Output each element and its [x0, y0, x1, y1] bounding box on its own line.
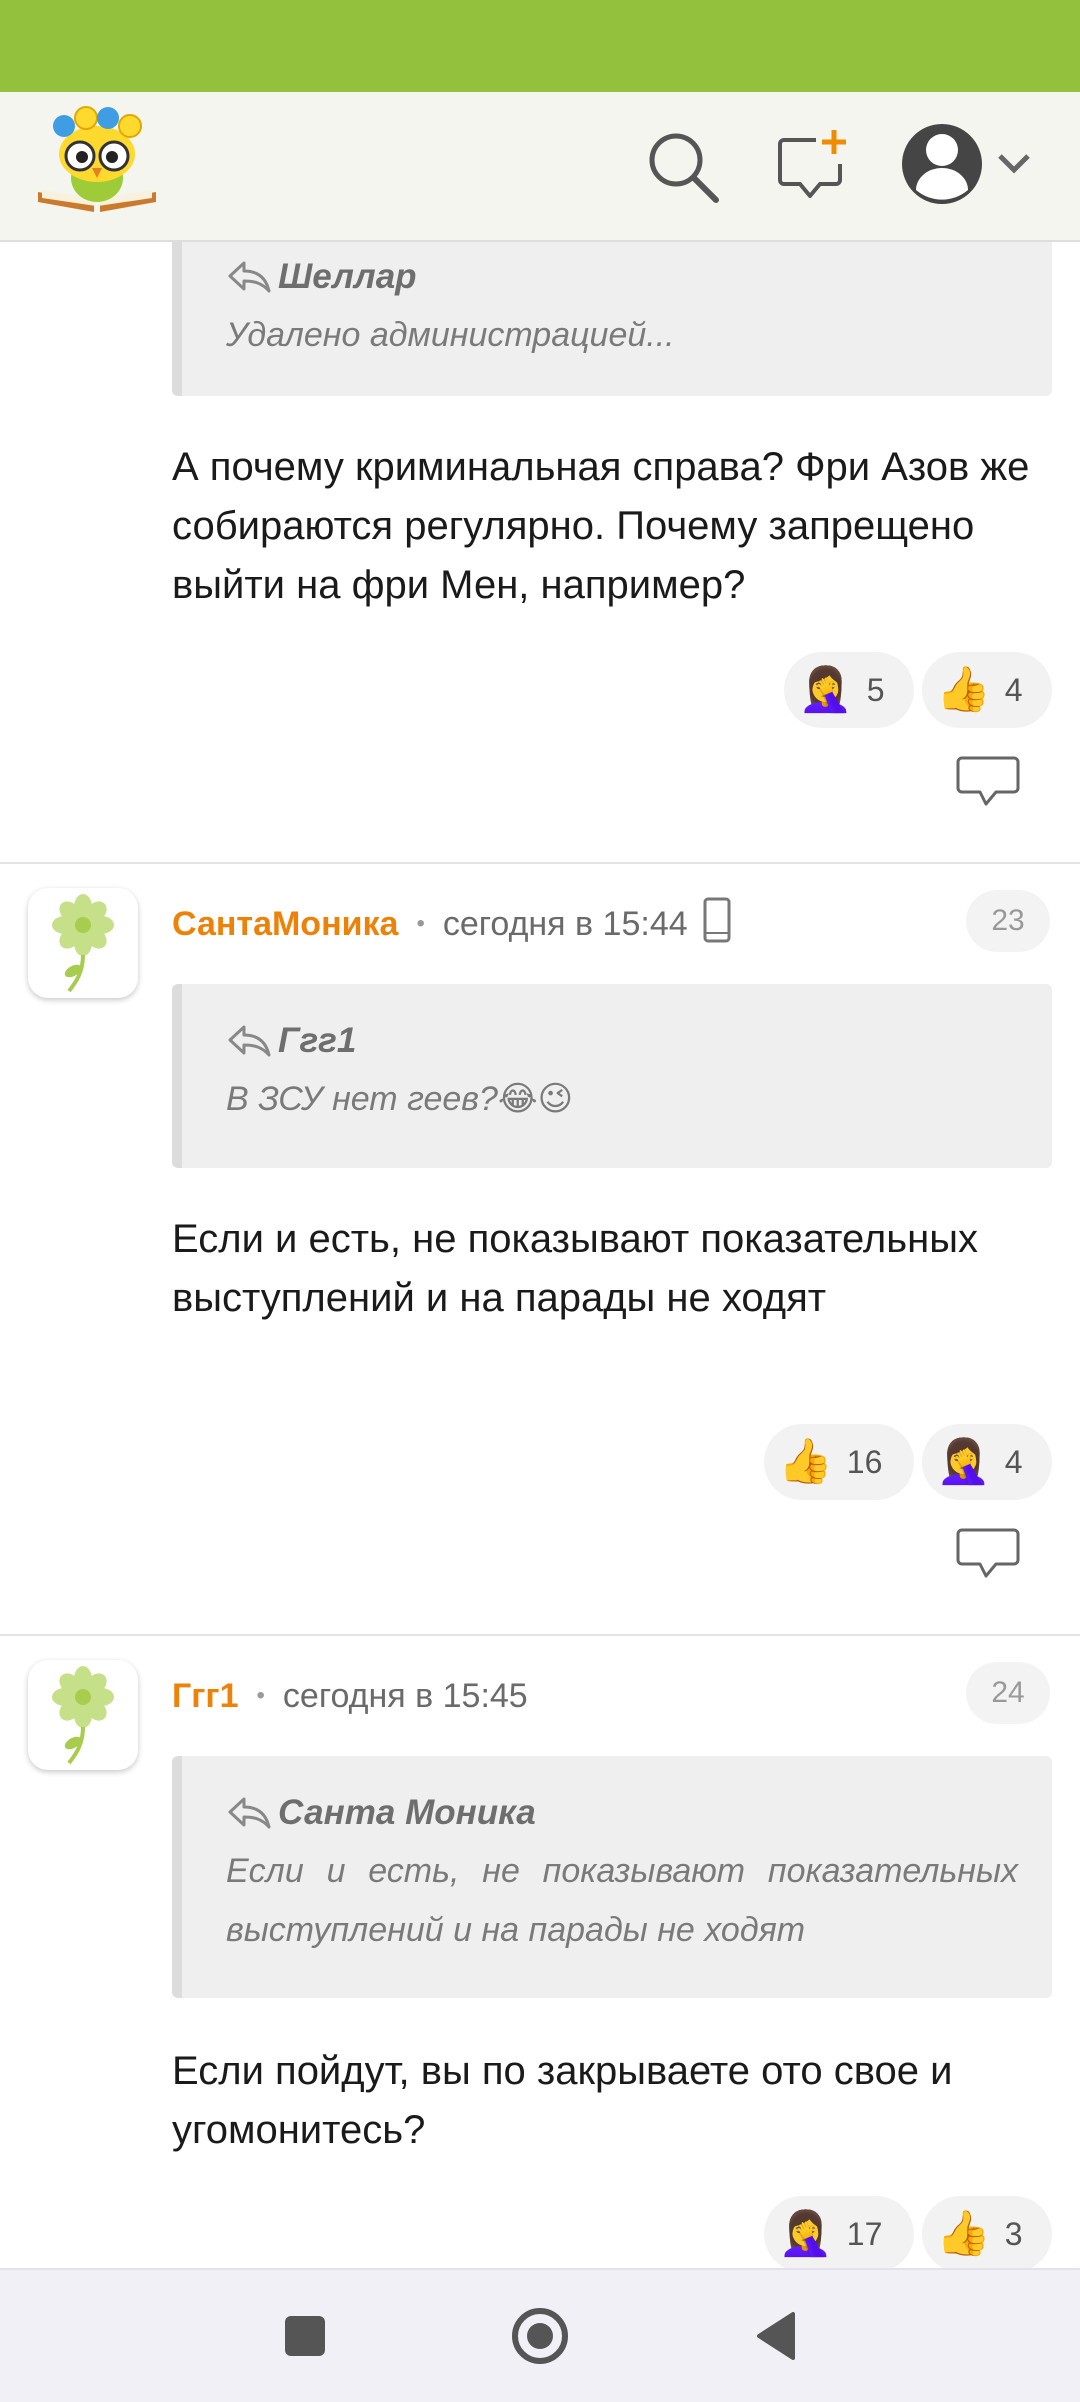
quote-block: Шеллар Удалено администрацией...	[172, 242, 1052, 396]
reaction-facepalm[interactable]: 🤦‍♀️ 5	[784, 652, 914, 728]
quote-author[interactable]: Санта Моника	[278, 1793, 536, 1833]
triangle-back-icon[interactable]	[740, 2302, 810, 2370]
reply-arrow-icon	[228, 261, 271, 293]
circle-home-icon[interactable]	[500, 2300, 580, 2372]
thumbs-up-emoji: 👍	[778, 1437, 833, 1486]
username[interactable]: Ггг1	[172, 1677, 239, 1716]
reaction-count: 4	[1004, 1443, 1023, 1480]
separator-dot: •	[256, 1682, 265, 1709]
reaction-count: 17	[846, 2215, 883, 2252]
facepalm-emoji: 🤦‍♀️	[798, 665, 853, 714]
reply-bubble-icon[interactable]	[956, 1526, 1020, 1582]
reaction-thumbs-up[interactable]: 👍 3	[922, 2196, 1052, 2268]
reaction-facepalm[interactable]: 🤦‍♀️ 4	[922, 1424, 1052, 1500]
comment-text: А почему криминальная справа? Фри Азов ж…	[172, 445, 1030, 607]
facepalm-emoji: 🤦‍♀️	[778, 2209, 833, 2258]
comment-text: Если и есть, не показывают показательных…	[172, 1217, 978, 1320]
search-icon[interactable]	[644, 128, 722, 206]
avatar[interactable]	[28, 888, 138, 998]
separator-dot: •	[416, 910, 425, 937]
comment-number-badge[interactable]: 23	[966, 890, 1050, 952]
quote-text: Удалено администрацией...	[226, 316, 675, 354]
thumbs-up-emoji: 👍	[936, 2209, 991, 2258]
comment-meta: СантаМоника • сегодня в 15:44	[172, 894, 732, 954]
reaction-count: 16	[846, 1443, 883, 1480]
quote-author[interactable]: Ггг1	[278, 1021, 356, 1061]
reaction-count: 4	[1004, 671, 1023, 708]
quote-text: Если и есть, не показывают показательных…	[226, 1852, 1018, 1949]
user-menu-button[interactable]	[900, 118, 1040, 210]
username[interactable]: СантаМоника	[172, 905, 398, 944]
timestamp: сегодня в 15:45	[282, 1676, 528, 1715]
reply-bubble-icon[interactable]	[956, 754, 1020, 810]
reaction-thumbs-up[interactable]: 👍 4	[922, 652, 1052, 728]
quote-block: Санта Моника Если и есть, не показывают …	[172, 1756, 1052, 1998]
comment-divider	[0, 862, 1080, 864]
reaction-facepalm[interactable]: 🤦‍♀️ 17	[764, 2196, 914, 2268]
reaction-thumbs-up[interactable]: 👍 16	[764, 1424, 914, 1500]
comment-number-badge[interactable]: 24	[966, 1662, 1050, 1724]
avatar[interactable]	[28, 1660, 138, 1770]
square-recents-icon[interactable]	[270, 2306, 340, 2366]
timestamp: сегодня в 15:44	[442, 904, 688, 943]
quote-block: Ггг1 В ЗСУ нет геев?😂😉	[172, 984, 1052, 1168]
reaction-count: 3	[1004, 2215, 1023, 2252]
status-bar	[0, 0, 1080, 92]
reply-arrow-icon	[228, 1797, 271, 1829]
comments-list[interactable]: Шеллар Удалено администрацией... А почем…	[0, 242, 1080, 2268]
new-message-icon[interactable]	[776, 128, 852, 204]
thumbs-up-emoji: 👍	[936, 665, 991, 714]
reaction-count: 5	[866, 671, 885, 708]
app-header	[0, 92, 1080, 242]
quote-text: В ЗСУ нет геев?😂😉	[226, 1080, 574, 1118]
mobile-phone-icon	[702, 897, 732, 952]
system-nav-bar	[0, 2268, 1080, 2402]
reply-arrow-icon	[228, 1025, 271, 1057]
quote-author[interactable]: Шеллар	[278, 257, 417, 297]
owl-book-logo[interactable]	[34, 106, 160, 218]
user-avatar-icon	[902, 124, 982, 204]
comment-divider	[0, 1634, 1080, 1636]
comment-text: Если пойдут, вы по закрываете ото свое и…	[172, 2049, 953, 2152]
chevron-down-icon	[998, 154, 1030, 174]
facepalm-emoji: 🤦‍♀️	[936, 1437, 991, 1486]
comment-meta: Ггг1 • сегодня в 15:45	[172, 1666, 528, 1726]
